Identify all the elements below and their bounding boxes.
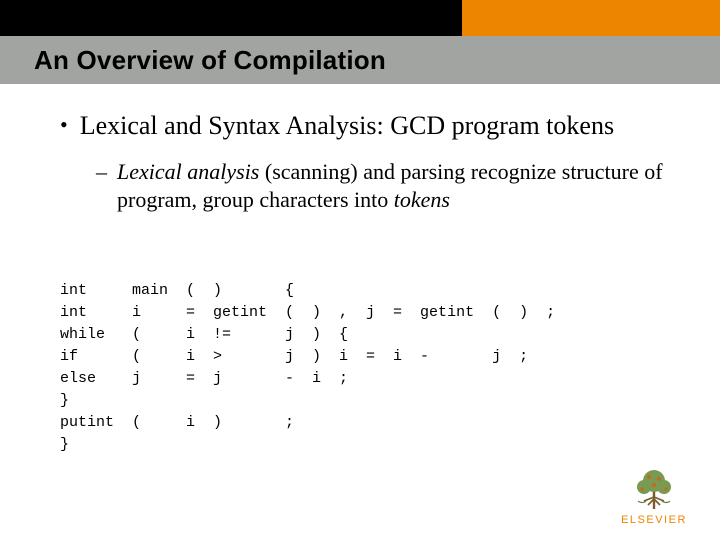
titlebar: An Overview of Compilation [0,36,720,84]
publisher-name: ELSEVIER [610,514,698,526]
subbullet-text: Lexical analysis (scanning) and parsing … [117,158,680,214]
topbar-orange [462,0,720,36]
bullet-text-underlined: Lexical and Syntax Analysis [80,111,377,140]
elsevier-tree-icon [630,467,678,511]
subbullet-italic-a: Lexical analysis [117,159,259,184]
publisher-logo: ELSEVIER [610,467,698,526]
bullet-text: Lexical and Syntax Analysis: GCD program… [80,110,614,142]
subbullet-italic-b: tokens [394,187,450,212]
bullet-marker: • [60,110,68,140]
topbar-black [0,0,462,36]
content: • Lexical and Syntax Analysis: GCD progr… [60,110,680,214]
subbullet-marker: – [96,158,107,186]
page-title: An Overview of Compilation [34,45,386,76]
slide: An Overview of Compilation • Lexical and… [0,0,720,540]
bullet-level-2: – Lexical analysis (scanning) and parsin… [96,158,680,214]
bullet-level-1: • Lexical and Syntax Analysis: GCD progr… [60,110,680,142]
bullet-text-rest: : GCD program tokens [376,111,614,140]
token-grid: int main ( ) { int i = getint ( ) , j = … [60,280,555,456]
topbar [0,0,720,36]
